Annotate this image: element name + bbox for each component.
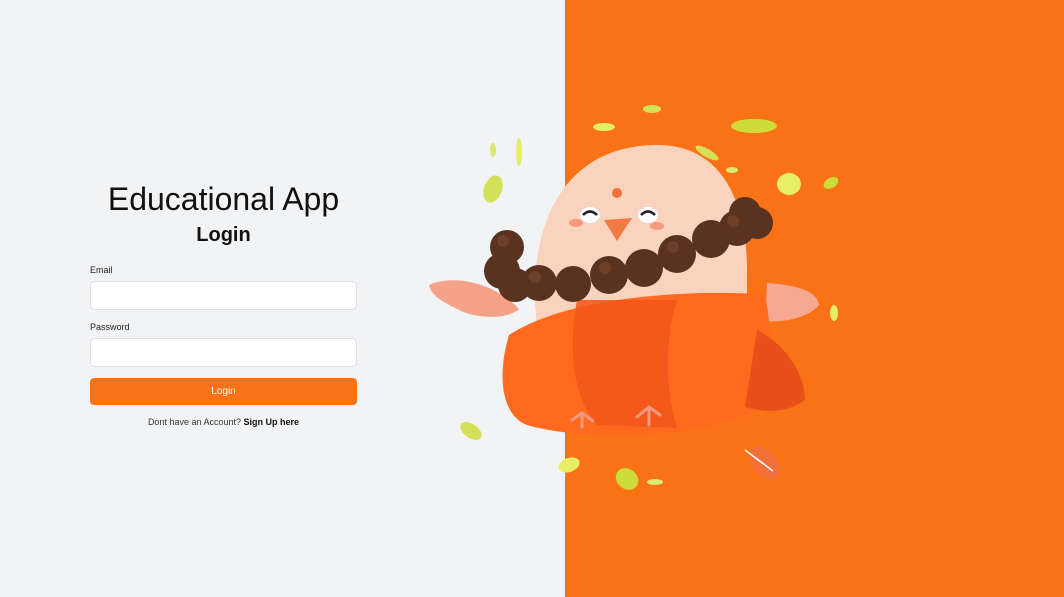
robe-fold — [572, 300, 677, 428]
cheek-left — [569, 219, 583, 227]
email-label: Email — [90, 265, 113, 275]
confetti-petal — [823, 177, 838, 189]
confetti-petal — [490, 143, 496, 157]
login-button[interactable]: Login — [90, 378, 357, 405]
forehead-dot — [612, 188, 622, 198]
confetti-petal — [647, 479, 663, 485]
app-title: Educational App — [107, 181, 340, 217]
signup-prompt: Dont have an Account? — [147, 417, 242, 427]
confetti-petal — [731, 119, 777, 133]
fallen-leaf — [744, 446, 781, 480]
confetti-petal — [516, 138, 522, 166]
confetti-petal — [643, 105, 661, 113]
form-heading: Login — [196, 224, 251, 246]
confetti-petal — [558, 457, 580, 473]
confetti-petal — [830, 305, 838, 321]
email-input[interactable] — [90, 281, 357, 310]
signup-link[interactable]: Sign Up here — [244, 417, 300, 427]
login-form: Educational App Login Email Password Log… — [90, 180, 357, 427]
cheek-right — [650, 222, 664, 230]
password-input[interactable] — [90, 338, 357, 367]
confetti-petal — [777, 173, 801, 195]
confetti-petal — [483, 175, 503, 203]
right-wing — [765, 283, 819, 322]
signup-row: Dont have an Account? Sign Up here — [90, 417, 357, 427]
confetti-petal — [593, 123, 615, 131]
password-label: Password — [90, 322, 130, 332]
confetti-petal — [726, 167, 738, 173]
confetti-petal — [615, 468, 639, 490]
mascot-illustration — [429, 105, 838, 490]
confetti-petal — [460, 422, 482, 440]
